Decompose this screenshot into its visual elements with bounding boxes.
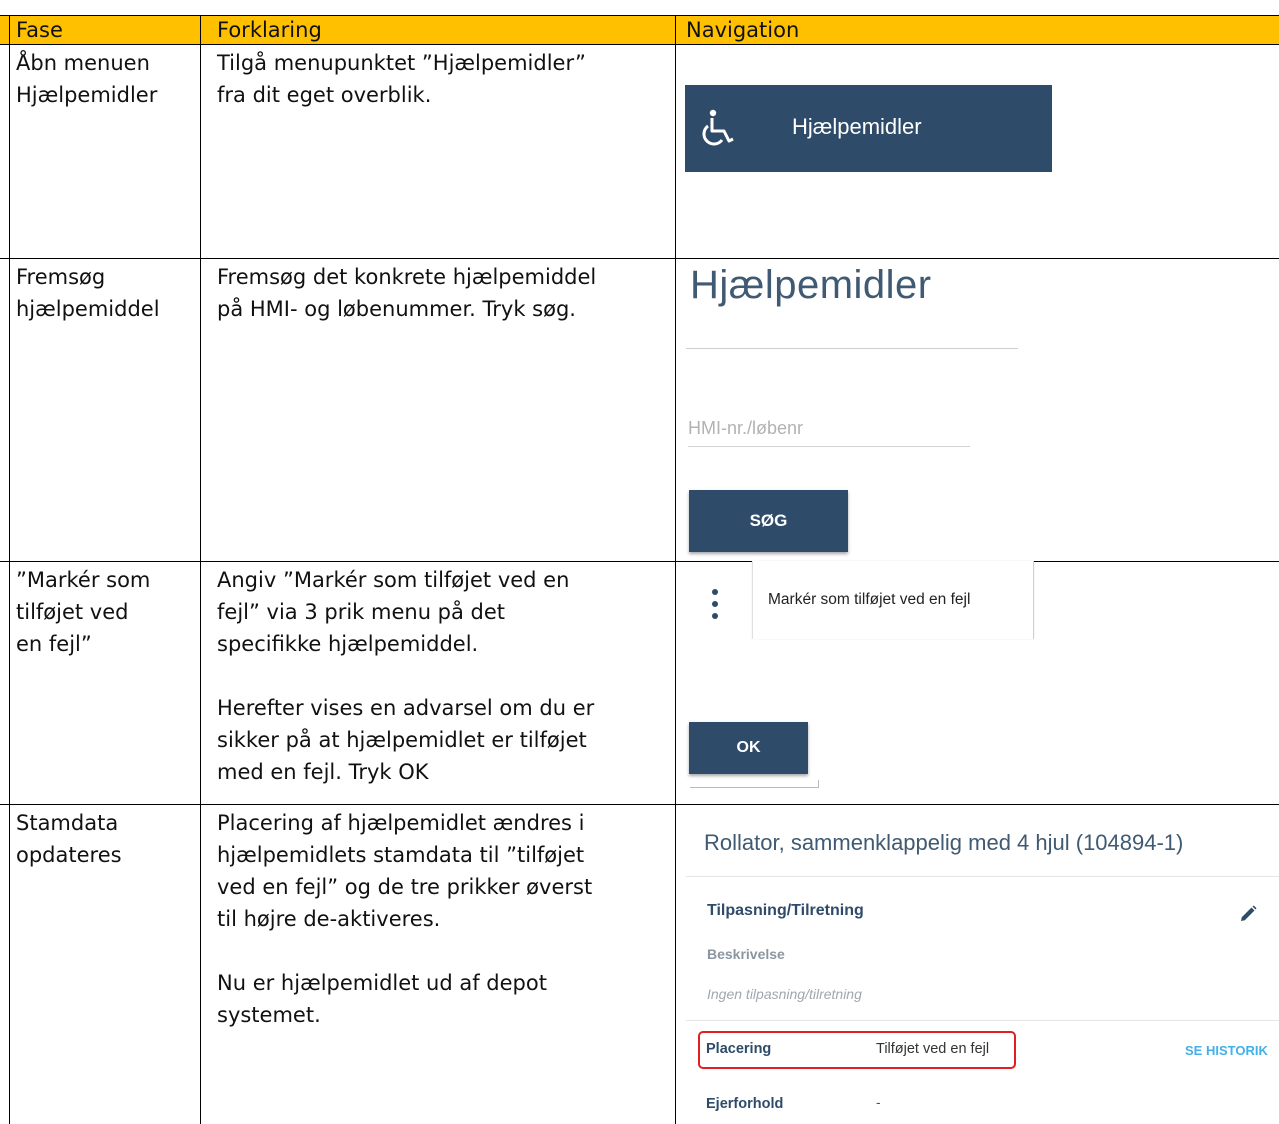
- item-title: Rollator, sammenklappelig med 4 hjul (10…: [704, 830, 1184, 855]
- title-divider: [686, 348, 1018, 349]
- kebab-menu-icon[interactable]: [712, 589, 720, 623]
- placering-label: Placering: [706, 1041, 772, 1057]
- page-title: Hjælpemidler: [690, 263, 932, 307]
- row4-forklaring: Placering af hjælpemidlet ændres i hjælp…: [217, 811, 593, 1027]
- placering-value: Tilføjet ved en fejl: [876, 1041, 990, 1057]
- divider: [686, 876, 1279, 877]
- row2-fase: Fremsøg hjælpemiddel: [16, 265, 160, 321]
- pencil-icon[interactable]: [1239, 905, 1257, 923]
- row1-fase: Åbn menuen Hjælpemidler: [16, 51, 158, 107]
- description-value: Ingen tilpasning/tilretning: [707, 986, 862, 1002]
- menu-label: Hjælpemidler: [792, 114, 922, 139]
- hjaelpemidler-menu-item[interactable]: Hjælpemidler: [685, 85, 1052, 172]
- header-navigation: Navigation: [686, 18, 800, 42]
- ejerforhold-value: -: [876, 1094, 881, 1110]
- row1-forklaring: Tilgå menupunktet ”Hjælpemidler” fra dit…: [217, 51, 586, 107]
- mark-as-error-menu-item[interactable]: Markér som tilføjet ved en fejl: [768, 591, 970, 609]
- row3-forklaring: Angiv ”Markér som tilføjet ved en fejl” …: [217, 568, 595, 784]
- ejerforhold-label: Ejerforhold: [706, 1096, 784, 1112]
- see-history-link[interactable]: SE HISTORIK: [1185, 1043, 1268, 1058]
- dialog-edge-corner: [818, 780, 819, 788]
- header-forklaring: Forklaring: [217, 18, 322, 42]
- header-fase: Fase: [16, 18, 63, 42]
- ok-button[interactable]: OK: [689, 722, 808, 774]
- row3-fase: ”Markér som tilføjet ved en fejl”: [16, 568, 151, 656]
- section-title: Tilpasning/Tilretning: [707, 902, 864, 919]
- search-button[interactable]: SØG: [689, 490, 848, 552]
- divider: [686, 1020, 1279, 1021]
- row2-forklaring: Fremsøg det konkrete hjælpemiddel på HMI…: [217, 265, 597, 321]
- hmi-search-input[interactable]: [688, 410, 970, 447]
- table-header-background: [0, 16, 1279, 44]
- dialog-edge: [690, 787, 818, 788]
- description-label: Beskrivelse: [707, 946, 785, 962]
- wheelchair-icon: [702, 109, 734, 146]
- context-menu: Markér som tilføjet ved en fejl: [752, 561, 1034, 639]
- row4-fase: Stamdata opdateres: [16, 811, 122, 867]
